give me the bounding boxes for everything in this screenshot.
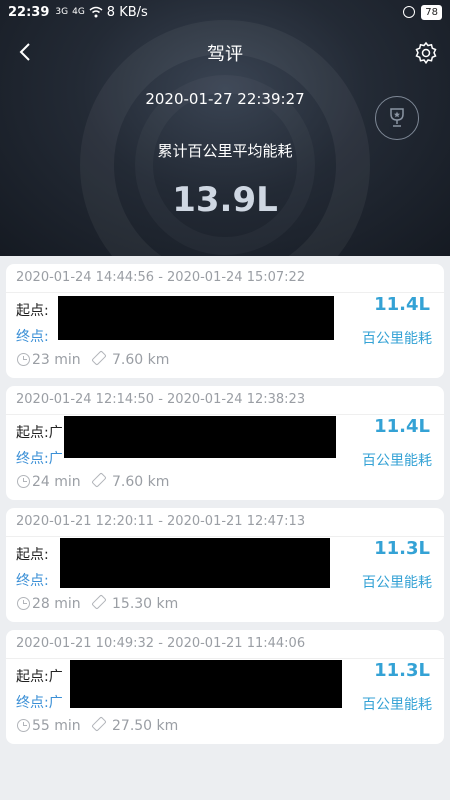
gear-icon[interactable] [414,41,438,65]
trip-duration: 28 min [32,596,81,612]
trip-duration: 55 min [32,718,81,734]
trip-duration: 24 min [32,474,81,490]
redacted-address [58,296,334,340]
end-label: 终点:广 [16,695,63,711]
page-title: 驾评 [207,44,243,65]
trip-time-range: 2020-01-24 14:44:56 - 2020-01-24 15:07:2… [16,270,306,285]
trip-card[interactable]: 2020-01-21 12:20:11 - 2020-01-21 12:47:1… [6,508,444,622]
trip-consumption-label: 百公里能耗 [362,575,432,591]
end-label: 终点: [16,573,49,589]
trip-consumption-label: 百公里能耗 [362,453,432,469]
trip-consumption-label: 百公里能耗 [362,331,432,347]
trip-consumption-value: 11.4L [374,294,430,315]
clock-icon [17,719,30,732]
network-speed: 8 KB/s [106,4,148,20]
card-divider [6,536,444,537]
card-divider [6,414,444,415]
trip-distance: 27.50 km [112,718,179,734]
trip-time-range: 2020-01-24 12:14:50 - 2020-01-24 12:38:2… [16,392,306,407]
clock-icon [17,475,30,488]
signal-4g-icon: 4G [72,7,85,17]
trip-card[interactable]: 2020-01-24 12:14:50 - 2020-01-24 12:38:2… [6,386,444,500]
lock-icon [403,6,416,18]
status-bar: 22:39 3G 4G 8 KB/s 78 [0,0,450,24]
summary-header: 22:39 3G 4G 8 KB/s 78 驾评 2020-01-27 22:3… [0,0,450,256]
redacted-address [64,416,336,458]
start-address: 广 [48,669,63,685]
trip-card[interactable]: 2020-01-24 14:44:56 - 2020-01-24 15:07:2… [6,264,444,378]
trip-list: 2020-01-24 14:44:56 - 2020-01-24 15:07:2… [6,264,444,752]
trip-consumption-value: 11.4L [374,416,430,437]
start-label: 起点: [16,547,49,563]
end-address: 广 [48,451,63,467]
status-time: 22:39 [8,4,50,20]
trip-consumption-value: 11.3L [374,538,430,559]
ruler-icon [91,350,107,366]
ruler-icon [91,716,107,732]
redacted-address [60,538,330,588]
trophy-icon[interactable] [375,96,419,140]
end-label: 终点:广 [16,451,63,467]
start-label: 起点:广 [16,669,63,685]
card-divider [6,292,444,293]
wifi-icon [89,6,103,18]
ruler-icon [91,594,107,610]
trip-time-range: 2020-01-21 10:49:32 - 2020-01-21 11:44:0… [16,636,306,651]
end-address: 广 [48,695,63,711]
trip-time-range: 2020-01-21 12:20:11 - 2020-01-21 12:47:1… [16,514,306,529]
redacted-address [70,660,342,708]
trip-consumption-label: 百公里能耗 [362,697,432,713]
trip-distance: 7.60 km [112,474,170,490]
clock-icon [17,353,30,366]
trip-distance: 7.60 km [112,352,170,368]
start-label: 起点: [16,303,49,319]
trip-card[interactable]: 2020-01-21 10:49:32 - 2020-01-21 11:44:0… [6,630,444,744]
ruler-icon [91,472,107,488]
start-address: 广 [48,425,63,441]
trip-consumption-value: 11.3L [374,660,430,681]
clock-icon [17,597,30,610]
end-label: 终点: [16,329,49,345]
card-divider [6,658,444,659]
avg-consumption-label: 累计百公里平均能耗 [157,142,293,160]
signal-3g-icon: 3G [55,7,69,17]
battery-indicator: 78 [421,4,442,20]
avg-consumption-value: 13.9L [172,180,278,220]
start-label: 起点:广 [16,425,63,441]
trip-duration: 23 min [32,352,81,368]
trip-distance: 15.30 km [112,596,179,612]
